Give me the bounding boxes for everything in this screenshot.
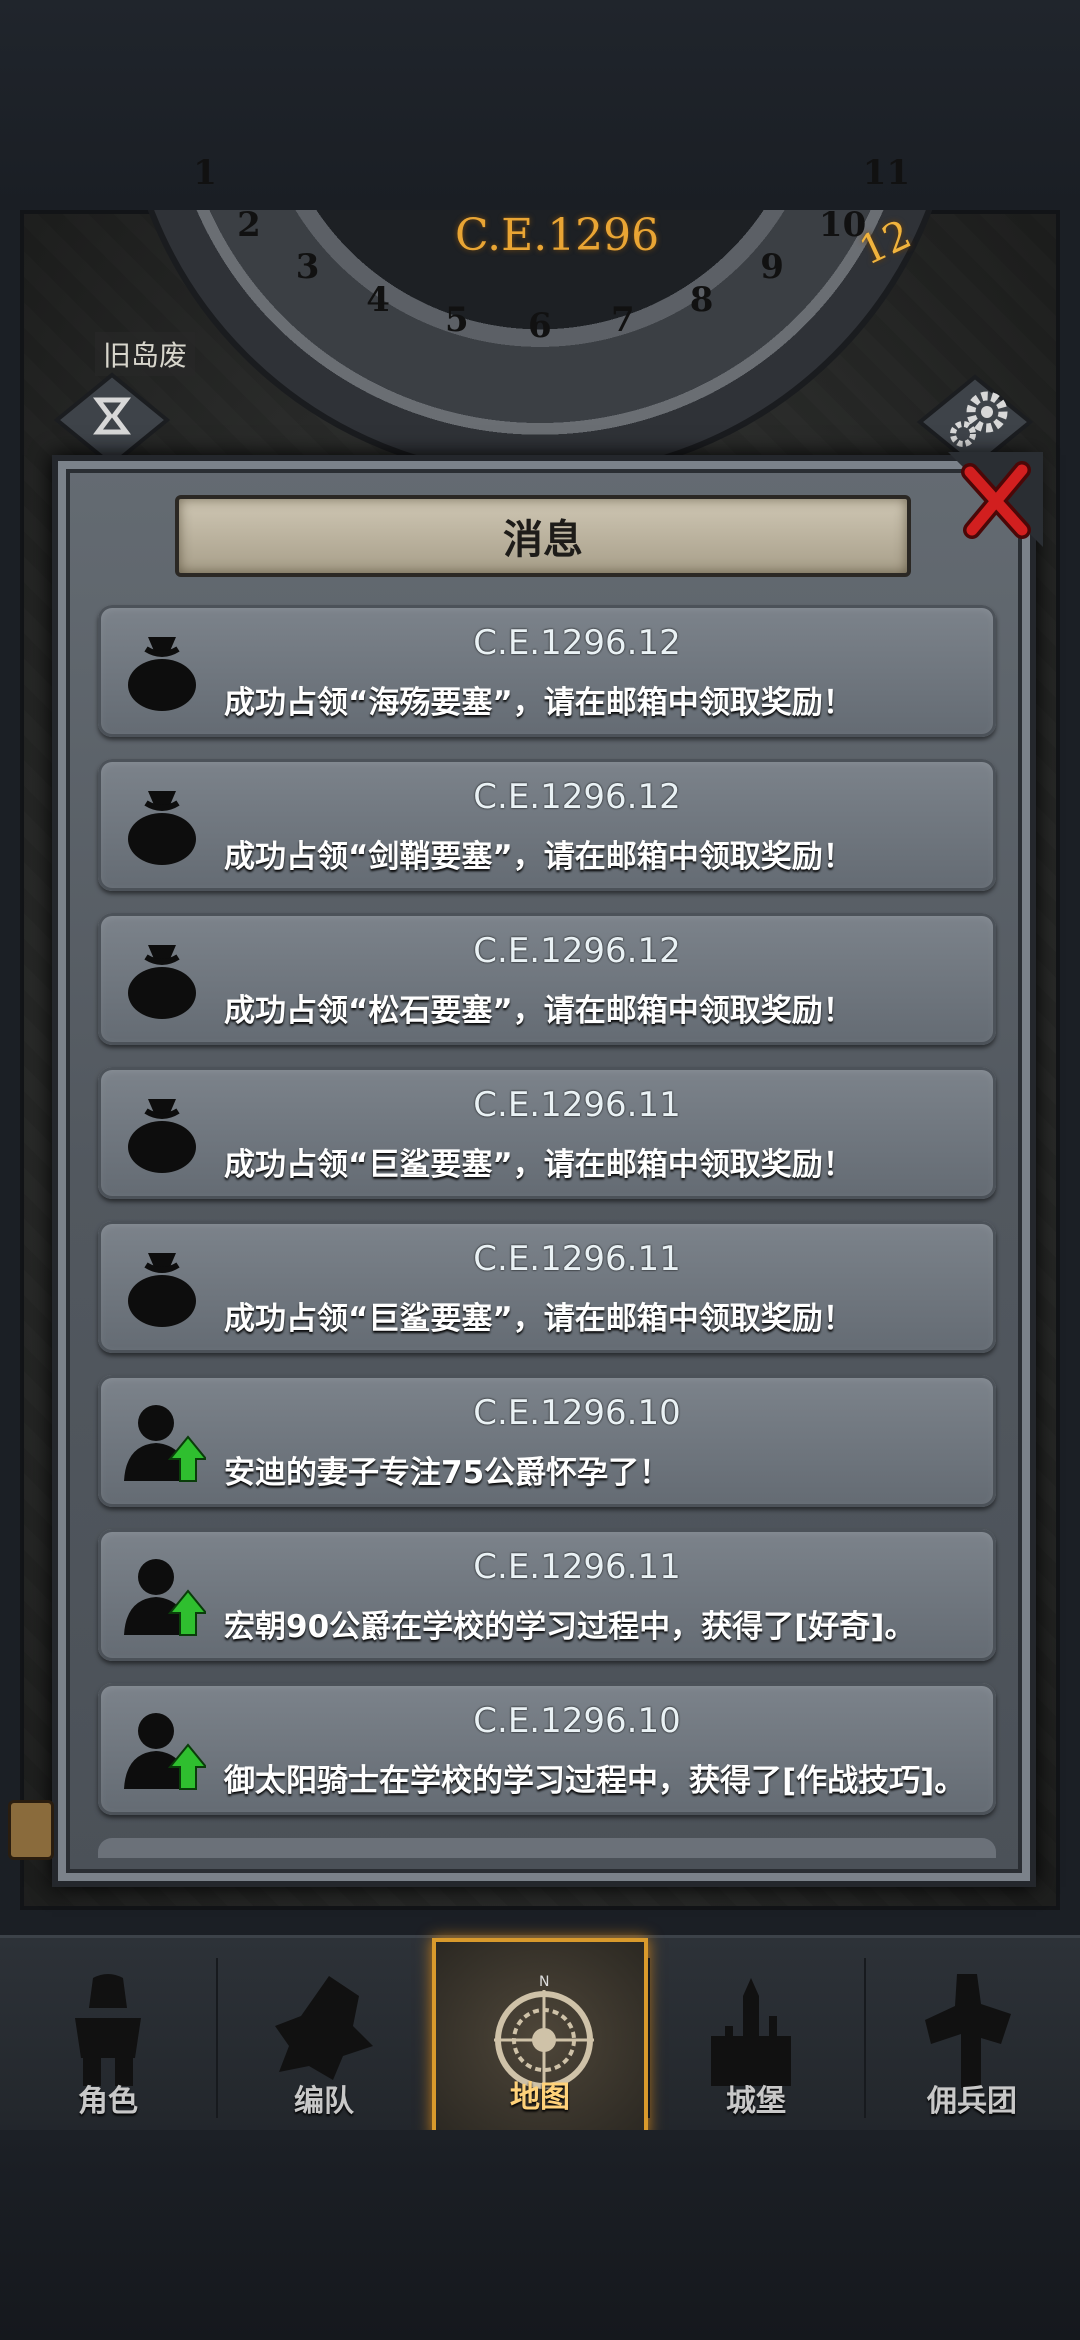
message-item[interactable]: C.E.1296.12 成功占领“剑鞘要塞”，请在邮箱中领取奖励！ (98, 759, 996, 891)
message-item[interactable]: C.E.1296.11 成功占领“巨鲨要塞”，请在邮箱中领取奖励！ (98, 1067, 996, 1199)
message-date: C.E.1296.11 (473, 1085, 681, 1125)
calendar-ring-number: 2 (237, 204, 261, 245)
message-item[interactable]: C.E.1296.12 成功占领“松石要塞”，请在邮箱中领取奖励！ (98, 913, 996, 1045)
nav-item-castle[interactable]: 城堡 (648, 1938, 864, 2138)
nav-item-character[interactable]: 角色 (0, 1938, 216, 2138)
message-item[interactable]: C.E.1296.12 成功占领“海殇要塞”，请在邮箱中领取奖励！ (98, 605, 996, 737)
calendar-ring-number: 5 (445, 299, 469, 340)
message-text: 成功占领“海殇要塞”，请在邮箱中领取奖励！ (224, 685, 854, 721)
nav-item-squad[interactable]: 编队 (216, 1938, 432, 2138)
castle-icon (711, 1978, 791, 2086)
calendar-ring-number: 4 (366, 279, 390, 320)
message-text: 成功占领“剑鞘要塞”，请在邮箱中领取奖励！ (224, 839, 854, 875)
message-text: 成功占领“松石要塞”，请在邮箱中领取奖励！ (224, 993, 854, 1029)
close-icon (948, 452, 1043, 547)
scroll-icon[interactable] (8, 1800, 54, 1860)
message-text: 成功占领“巨鲨要塞”，请在邮箱中领取奖励！ (224, 1301, 854, 1337)
hourglass-button[interactable] (52, 370, 172, 468)
message-date: C.E.1296.12 (473, 931, 681, 971)
message-date: C.E.1296.12 (473, 623, 681, 663)
knight-icon (75, 1974, 141, 2086)
system-bottom-bar (0, 2130, 1080, 2340)
message-date: C.E.1296.11 (473, 1239, 681, 1279)
message-item[interactable]: C.E.1296.10 御太阳骑士在学校的学习过程中，获得了[作战技巧]。 (98, 1683, 996, 1815)
calendar-ring-number: 9 (760, 247, 784, 288)
calendar-ring-number: 11 (862, 153, 911, 194)
hourglass-icon (53, 372, 171, 468)
calendar-ring-number: 8 (689, 279, 714, 320)
message-item-partial[interactable] (98, 1838, 996, 1858)
close-button[interactable] (948, 452, 1043, 547)
message-date: C.E.1296.12 (473, 777, 681, 817)
nav-label: 城堡 (726, 2084, 786, 2119)
calendar-ring-number: 6 (528, 306, 552, 347)
mercenary-icon (925, 1974, 1011, 2088)
message-item[interactable]: C.E.1296.11 宏朝90公爵在学校的学习过程中，获得了[好奇]。 (98, 1529, 996, 1661)
calendar-year: C.E.1296 (455, 210, 660, 261)
calendar-ring-number: 3 (295, 247, 320, 288)
message-date: C.E.1296.11 (473, 1547, 681, 1587)
nav-item-mercenary[interactable]: 佣兵团 (864, 1938, 1080, 2138)
message-list[interactable]: C.E.1296.12 成功占领“海殇要塞”，请在邮箱中领取奖励！ C.E.12… (98, 605, 996, 1837)
bottom-nav: 角色 编队 N 地图 城堡 佣兵团 (0, 1935, 1080, 2138)
squad-icon (275, 1976, 373, 2080)
calendar-ring-number: 1 (193, 153, 217, 194)
message-text: 宏朝90公爵在学校的学习过程中，获得了[好奇]。 (224, 1609, 916, 1645)
message-item[interactable]: C.E.1296.11 成功占领“巨鲨要塞”，请在邮箱中领取奖励！ (98, 1221, 996, 1353)
message-date: C.E.1296.10 (473, 1701, 681, 1741)
panel-title-plate: 消息 (175, 495, 911, 577)
panel-title: 消息 (503, 517, 583, 563)
message-text: 安迪的妻子专注75公爵怀孕了！ (224, 1455, 671, 1491)
nav-label: 编队 (294, 2084, 354, 2119)
svg-text:N: N (539, 1974, 549, 1990)
nav-label: 角色 (78, 2084, 138, 2119)
message-item[interactable]: C.E.1296.10 安迪的妻子专注75公爵怀孕了！ (98, 1375, 996, 1507)
message-text: 成功占领“巨鲨要塞”，请在邮箱中领取奖励！ (224, 1147, 854, 1183)
nav-item-map[interactable]: N 地图 (432, 1938, 648, 2138)
nav-label: 佣兵团 (927, 2084, 1017, 2119)
top-status-bar (0, 0, 1080, 210)
nav-label: 地图 (510, 2080, 570, 2115)
calendar-ring-number: 10 (818, 204, 867, 245)
calendar-ring-number: 7 (610, 299, 635, 340)
message-text: 御太阳骑士在学校的学习过程中，获得了[作战技巧]。 (224, 1763, 966, 1799)
message-date: C.E.1296.10 (473, 1393, 681, 1433)
